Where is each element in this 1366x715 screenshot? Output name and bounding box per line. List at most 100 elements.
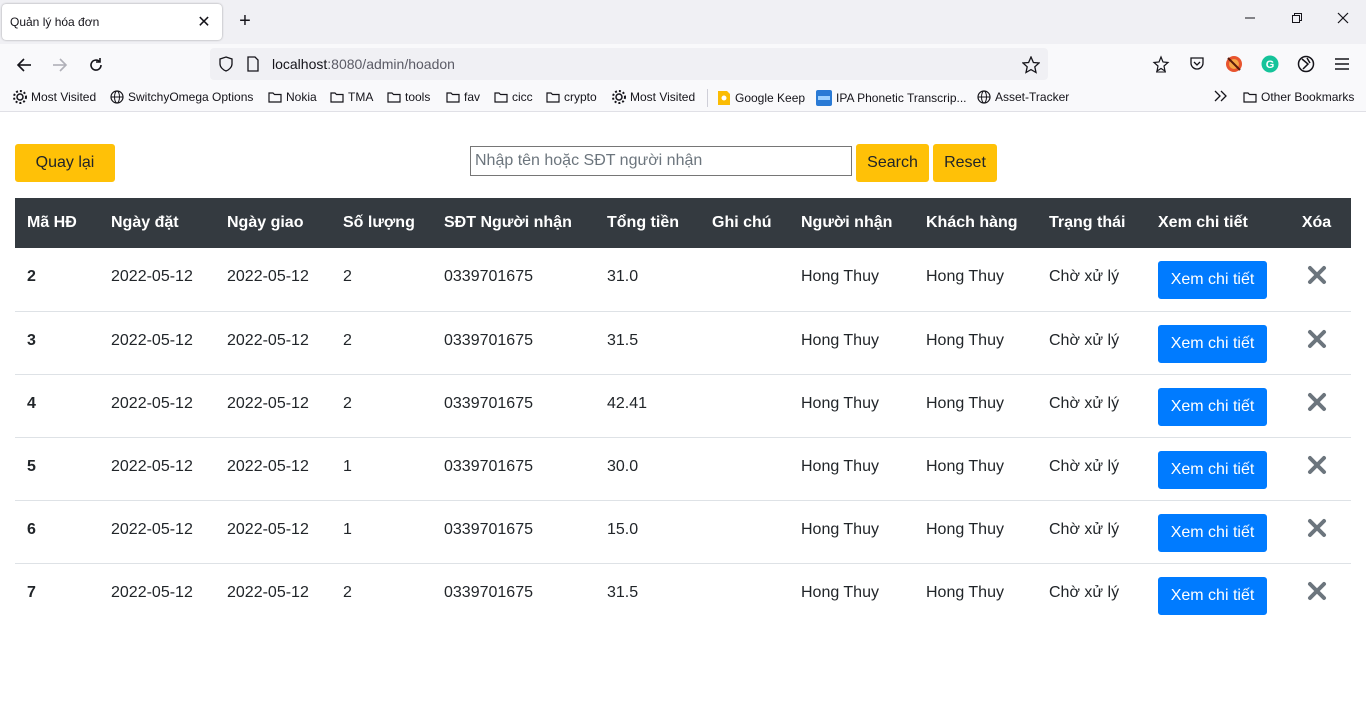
delete-x-icon[interactable]	[1307, 392, 1327, 412]
bookmark-asset-tracker[interactable]: Asset-Tracker	[977, 90, 1069, 104]
cell-customer: Hong Thuy	[926, 583, 1004, 601]
svg-text:G: G	[1266, 59, 1275, 71]
column-header: Ghi chú	[712, 214, 772, 231]
bookmark-switchyomega[interactable]: SwitchyOmega Options	[110, 90, 253, 104]
folder-icon	[387, 92, 401, 103]
folder-icon	[268, 92, 282, 103]
bookmark-star-icon[interactable]	[1021, 55, 1041, 79]
other-bookmarks[interactable]: Other Bookmarks	[1243, 90, 1354, 104]
table-row: 2 2022-05-12 2022-05-12 2 0339701675 31.0 Hong…	[15, 248, 1351, 311]
restore-icon[interactable]	[1285, 11, 1309, 27]
view-detail-button[interactable]: Xem chi tiết	[1158, 261, 1267, 299]
view-detail-button[interactable]: Xem chi tiết	[1158, 513, 1267, 552]
folder-icon	[546, 92, 560, 103]
view-detail-button[interactable]: Xem chi tiết	[1158, 324, 1267, 363]
bookmark-folder-cicc[interactable]: cicc	[494, 90, 533, 104]
cell-note	[700, 563, 789, 626]
cell-total: 15.0	[607, 520, 639, 538]
url-bar[interactable]: localhost:8080/admin/hoadon	[210, 48, 1048, 80]
reset-button[interactable]: Reset	[933, 144, 997, 182]
bookmark-folder-crypto[interactable]: crypto	[546, 90, 597, 104]
delete-x-icon[interactable]	[1307, 518, 1327, 538]
bookmark-label: Most Visited	[31, 90, 97, 104]
back-button[interactable]: Quay lại	[15, 144, 115, 182]
bookmark-most-visited-2[interactable]: Most Visited	[612, 90, 695, 104]
delete-x-icon[interactable]	[1307, 455, 1327, 475]
menu-icon[interactable]	[1331, 53, 1353, 75]
bookmark-folder-tools[interactable]: tools	[387, 90, 430, 104]
cell-status: Chờ xử lý	[1049, 583, 1120, 601]
table-row: 7 2022-05-12 2022-05-12 2 0339701675 31.5 Hong…	[15, 563, 1351, 626]
collections-icon[interactable]	[1150, 53, 1172, 75]
bookmark-ipa-phonetic[interactable]: IPA Phonetic Transcrip...	[816, 90, 967, 106]
bookmark-folder-tma[interactable]: TMA	[330, 90, 373, 104]
keep-icon	[718, 91, 730, 105]
cell-qty: 2	[343, 331, 352, 349]
bookmarks-divider	[707, 89, 708, 107]
delete-x-icon[interactable]	[1307, 265, 1327, 285]
column-header: Số lượng	[343, 214, 415, 231]
bookmark-label: crypto	[564, 90, 597, 104]
close-window-icon[interactable]	[1331, 11, 1355, 27]
cell-customer: Hong Thuy	[926, 394, 1004, 412]
delete-x-icon[interactable]	[1307, 329, 1327, 349]
view-detail-button[interactable]: Xem chi tiết	[1158, 387, 1267, 426]
cell-status: Chờ xử lý	[1049, 457, 1120, 475]
blocker-extension-icon[interactable]	[1223, 53, 1245, 75]
cell-ship-date: 2022-05-12	[227, 331, 309, 349]
shield-icon[interactable]	[218, 56, 234, 77]
browser-tab[interactable]: Quản lý hóa đơn ✕	[2, 4, 222, 40]
view-detail-button[interactable]: Xem chi tiết	[1158, 576, 1267, 615]
bookmark-folder-fav[interactable]: fav	[446, 90, 480, 104]
invoice-table: Mã HĐ Ngày đặt Ngày giao Số lượng SĐT Ng…	[15, 198, 1351, 626]
more-bookmarks-chevron-icon[interactable]	[1214, 90, 1228, 102]
forward-arrow-icon[interactable]	[49, 54, 71, 76]
column-header: Mã HĐ	[27, 214, 77, 231]
minimize-icon[interactable]	[1238, 11, 1262, 27]
browser-nav-bar: localhost:8080/admin/hoadon G	[0, 44, 1366, 84]
cell-status: Chờ xử lý	[1049, 394, 1120, 412]
cell-status: Chờ xử lý	[1049, 331, 1120, 349]
bookmark-label: TMA	[348, 90, 374, 104]
bookmark-most-visited[interactable]: Most Visited	[13, 90, 96, 104]
close-tab-icon[interactable]: ✕	[194, 12, 214, 32]
bookmark-label: Asset-Tracker	[995, 90, 1070, 104]
folder-icon	[494, 92, 508, 103]
cell-phone: 0339701675	[444, 268, 533, 285]
cell-ship-date: 2022-05-12	[227, 394, 309, 412]
cell-order-date: 2022-05-12	[111, 583, 193, 601]
cell-total: 31.5	[607, 331, 639, 349]
bookmark-google-keep[interactable]: Google Keep	[717, 90, 805, 106]
cell-total: 31.0	[607, 268, 639, 285]
column-header: Khách hàng	[926, 214, 1018, 231]
new-tab-icon[interactable]: +	[234, 10, 256, 32]
globe-icon	[110, 90, 124, 104]
table-row: 3 2022-05-12 2022-05-12 2 0339701675 31.5 Hong…	[15, 311, 1351, 374]
search-button[interactable]: Search	[856, 144, 929, 182]
extension-globe-icon[interactable]	[1295, 53, 1317, 75]
reload-icon[interactable]	[85, 54, 107, 76]
folder-icon	[1243, 92, 1257, 103]
cell-status: Chờ xử lý	[1049, 520, 1120, 538]
bookmark-folder-nokia[interactable]: Nokia	[268, 90, 317, 104]
cell-qty: 1	[343, 520, 352, 538]
bookmark-label: IPA Phonetic Transcrip...	[836, 91, 967, 105]
page-icon[interactable]	[246, 56, 260, 77]
cell-customer: Hong Thuy	[926, 268, 1004, 285]
folder-icon	[330, 92, 344, 103]
delete-x-icon[interactable]	[1307, 581, 1327, 601]
other-bookmarks-label: Other Bookmarks	[1261, 90, 1355, 104]
back-arrow-icon[interactable]	[13, 54, 35, 76]
grammarly-icon[interactable]: G	[1259, 53, 1281, 75]
cell-order-date: 2022-05-12	[111, 394, 193, 412]
pocket-icon[interactable]	[1186, 53, 1208, 75]
view-detail-button[interactable]: Xem chi tiết	[1158, 450, 1267, 489]
cell-receiver: Hong Thuy	[801, 331, 879, 349]
search-input[interactable]	[470, 146, 852, 176]
table-header-row: Mã HĐ Ngày đặt Ngày giao Số lượng SĐT Ng…	[15, 198, 1351, 248]
cell-receiver: Hong Thuy	[801, 268, 879, 285]
cell-delete	[1282, 311, 1351, 374]
cell-id: 6	[27, 520, 36, 538]
cell-order-date: 2022-05-12	[111, 520, 193, 538]
table-row: 6 2022-05-12 2022-05-12 1 0339701675 15.0 Hong…	[15, 500, 1351, 563]
